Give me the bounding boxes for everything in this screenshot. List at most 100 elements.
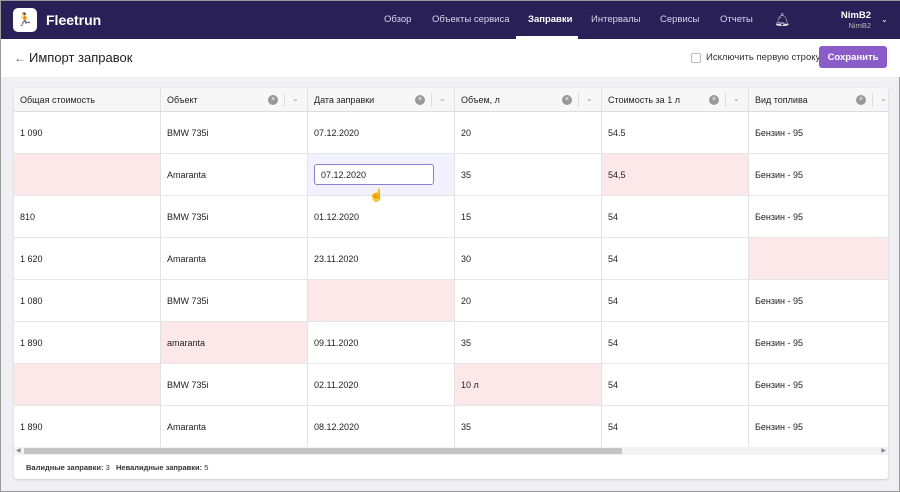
bell-icon[interactable]: 🔔︎ — [774, 12, 791, 28]
table-cell[interactable]: 35 — [455, 322, 602, 363]
scroll-left-icon[interactable]: ◀ — [16, 447, 21, 454]
scroll-right-icon[interactable]: ▶ — [881, 447, 886, 454]
table-cell[interactable]: BMW 735i — [161, 196, 308, 237]
cell-value: Бензин - 95 — [755, 211, 804, 222]
chevron-down-icon[interactable]: ⌄ — [586, 94, 593, 103]
table-cell[interactable]: Бензин - 95 — [749, 196, 888, 237]
exclude-first-row-label[interactable]: Исключить первую строку — [706, 52, 820, 63]
table-cell[interactable]: 20 — [455, 280, 602, 321]
column-header[interactable]: Объект × ⌄ — [161, 88, 308, 111]
runner-logo-icon[interactable]: 🏃 — [13, 8, 37, 32]
table-cell[interactable]: Бензин - 95 — [749, 154, 888, 195]
table-cell[interactable]: Amaranta — [161, 154, 308, 195]
table-cell[interactable]: 54 — [602, 196, 749, 237]
scrollbar-thumb[interactable] — [24, 448, 622, 454]
cell-value: 35 — [461, 421, 472, 432]
table-cell[interactable]: 1 890 — [14, 406, 161, 447]
user-menu[interactable]: NimB2 NimB2 — [841, 10, 871, 30]
table-cell[interactable]: 08.12.2020 — [308, 406, 455, 447]
cell-value: 07.12.2020 — [314, 127, 360, 138]
table-cell[interactable]: 01.12.2020 — [308, 196, 455, 237]
table-cell[interactable]: 54 — [602, 280, 749, 321]
table-cell[interactable]: Amaranta — [161, 238, 308, 279]
back-arrow-icon[interactable]: ← — [14, 51, 26, 65]
clear-mapping-icon[interactable]: × — [562, 95, 572, 105]
table-cell-invalid[interactable] — [14, 154, 161, 195]
table-cell[interactable]: 35 — [455, 154, 602, 195]
table-cell[interactable]: Бензин - 95 — [749, 280, 888, 321]
exclude-first-row-checkbox[interactable] — [691, 53, 701, 63]
column-header[interactable]: Общая стоимость — [14, 88, 161, 111]
clear-mapping-icon[interactable]: × — [709, 95, 719, 105]
nav-service-objects[interactable]: Объекты сервиса — [432, 14, 510, 25]
table-cell[interactable]: Amaranta — [161, 406, 308, 447]
table-cell[interactable]: 20 — [455, 112, 602, 153]
cell-value: Amaranta — [167, 253, 207, 264]
table-cell[interactable]: Бензин - 95 — [749, 364, 888, 405]
table-cell[interactable]: 54 — [602, 238, 749, 279]
save-button[interactable]: Сохранить — [819, 46, 887, 68]
table-cell-invalid[interactable] — [749, 238, 888, 279]
table-cell[interactable]: 810 — [14, 196, 161, 237]
table-cell[interactable]: Бензин - 95 — [749, 406, 888, 447]
cell-value: 54,5 — [608, 169, 626, 180]
nav-reports[interactable]: Отчеты — [720, 14, 753, 25]
column-header[interactable]: Дата заправки × ⌄ — [308, 88, 455, 111]
nav-services[interactable]: Сервисы — [660, 14, 699, 25]
cell-value: 1 080 — [20, 295, 43, 306]
table-row: 1 890 Amaranta 08.12.2020 35 54 Бензин - 95 — [14, 406, 888, 447]
user-name: NimB2 — [840, 10, 871, 21]
table-cell-invalid[interactable]: 10 л — [455, 364, 602, 405]
divider — [872, 93, 873, 107]
table-cell-invalid[interactable] — [14, 364, 161, 405]
table-cell[interactable]: 09.11.2020 — [308, 322, 455, 363]
table-cell-invalid[interactable] — [308, 280, 455, 321]
column-header[interactable]: Вид топлива × ⌄ — [749, 88, 888, 111]
cell-value: Бензин - 95 — [755, 295, 804, 306]
nav-overview[interactable]: Обзор — [384, 14, 411, 25]
table-cell[interactable]: Бензин - 95 — [749, 322, 888, 363]
chevron-down-icon[interactable]: ⌄ — [439, 94, 446, 103]
table-row: BMW 735i 02.11.2020 10 л 54 Бензин - 95 — [14, 364, 888, 406]
divider — [578, 93, 579, 107]
table-cell[interactable]: 35 — [455, 406, 602, 447]
clear-mapping-icon[interactable]: × — [268, 95, 278, 105]
table-cell[interactable]: Бензин - 95 — [749, 112, 888, 153]
cell-value: Бензин - 95 — [755, 337, 804, 348]
table-cell[interactable]: 54 — [602, 364, 749, 405]
table-cell[interactable]: 07.12.2020 — [308, 112, 455, 153]
cell-edit-input[interactable] — [314, 164, 434, 185]
table-cell[interactable]: 54.5 — [602, 112, 749, 153]
clear-mapping-icon[interactable]: × — [415, 95, 425, 105]
table-cell[interactable]: 1 890 — [14, 322, 161, 363]
table-cell[interactable]: BMW 735i — [161, 112, 308, 153]
table-cell[interactable]: 02.11.2020 — [308, 364, 455, 405]
table-cell[interactable]: 1 620 — [14, 238, 161, 279]
chevron-down-icon[interactable]: ⌄ — [880, 94, 887, 103]
table-cell[interactable]: 30 — [455, 238, 602, 279]
clear-mapping-icon[interactable]: × — [856, 95, 866, 105]
table-cell[interactable]: BMW 735i — [161, 364, 308, 405]
user-sub: NimB2 — [848, 21, 871, 30]
table-cell[interactable]: 54 — [602, 322, 749, 363]
nav-intervals[interactable]: Интервалы — [591, 14, 640, 25]
chevron-down-icon[interactable]: ⌄ — [733, 94, 740, 103]
horizontal-scrollbar[interactable]: ◀ ▶ — [14, 447, 888, 455]
table-cell[interactable]: 15 — [455, 196, 602, 237]
table-cell[interactable]: BMW 735i — [161, 280, 308, 321]
table-cell-invalid[interactable]: amaranta — [161, 322, 308, 363]
chevron-down-icon[interactable]: ⌄ — [881, 15, 888, 24]
table-cell[interactable]: 1 090 — [14, 112, 161, 153]
table-cell[interactable]: 23.11.2020 — [308, 238, 455, 279]
column-header[interactable]: Стоимость за 1 л × ⌄ — [602, 88, 749, 111]
column-header[interactable]: Объем, л × ⌄ — [455, 88, 602, 111]
table-cell[interactable]: 54 — [602, 406, 749, 447]
chevron-down-icon[interactable]: ⌄ — [292, 94, 299, 103]
cell-value: 1 620 — [20, 253, 43, 264]
cell-value: 54 — [608, 421, 619, 432]
cell-value: 35 — [461, 169, 472, 180]
table-cell-invalid[interactable]: 54,5 — [602, 154, 749, 195]
cell-value: 08.12.2020 — [314, 421, 360, 432]
table-cell[interactable]: 1 080 — [14, 280, 161, 321]
nav-fuelings[interactable]: Заправки — [528, 14, 573, 25]
